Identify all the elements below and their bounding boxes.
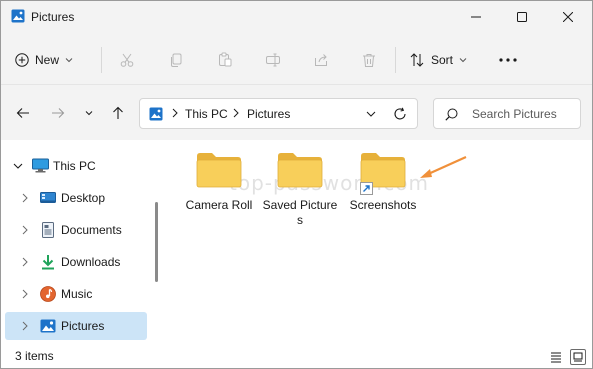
maximize-button[interactable] [499,1,545,33]
sidebar-item-music[interactable]: Music [5,280,147,308]
window-title: Pictures [31,10,75,24]
new-button-label: New [35,53,60,67]
maximize-icon [517,12,527,22]
up-button[interactable] [107,102,129,124]
new-button[interactable]: New [15,47,73,73]
sidebar-item-label: Music [61,287,93,301]
navigation-pane: This PC Desktop Documents Downloads Musi… [1,140,161,345]
sidebar-item-pictures[interactable]: Pictures [5,312,147,340]
forward-button[interactable] [47,102,69,124]
music-icon [40,286,56,305]
copy-icon [171,53,182,67]
search-input[interactable] [472,105,577,123]
paste-icon [219,52,232,67]
breadcrumb-this-pc[interactable]: This PC [185,107,228,121]
search-icon [445,108,458,121]
close-icon [563,12,573,22]
chevron-right-icon[interactable] [21,193,29,203]
folder-icon [277,152,323,191]
toolbar-divider [395,47,396,73]
pictures-icon [40,318,56,337]
chevron-down-icon [366,111,376,117]
title-bar[interactable]: Pictures [1,1,592,33]
sidebar-item-label: Pictures [61,319,105,333]
details-view-icon [551,352,561,363]
cut-icon [120,53,134,67]
share-icon [315,54,327,66]
forward-arrow-icon [52,108,65,118]
status-bar: 3 items [1,345,592,368]
chevron-down-icon [65,58,73,63]
folder-icon [196,152,242,191]
documents-icon [40,222,56,241]
plus-circle-icon [15,53,29,67]
downloads-icon [40,254,56,273]
item-count: 3 items [15,349,54,363]
delete-icon [363,54,375,67]
address-dropdown-button[interactable] [366,108,376,122]
up-arrow-icon [113,106,123,119]
more-icon [499,58,517,62]
rename-icon [266,53,280,67]
folder-icon [360,152,406,201]
sort-button-label: Sort [431,53,454,67]
back-arrow-icon [16,108,29,118]
chevron-right-icon[interactable] [21,321,29,331]
large-icons-view-button[interactable] [570,349,586,365]
sort-icon [410,53,424,67]
search-box[interactable] [433,98,581,129]
file-list: Camera Roll Saved Pictures Screenshots [164,140,592,345]
sidebar-item-this-pc[interactable]: This PC [5,152,147,180]
chevron-right-icon[interactable] [21,225,29,235]
back-button[interactable] [12,102,34,124]
chevron-down-icon [459,58,467,63]
minimize-button[interactable] [453,1,499,33]
desktop-icon [40,190,56,209]
pc-icon [32,158,49,177]
chevron-down-icon [85,111,93,116]
chevron-right-icon[interactable] [21,289,29,299]
sidebar-item-label: Downloads [61,255,121,269]
refresh-button[interactable] [393,107,407,124]
paste-button[interactable] [212,47,238,73]
chevron-right-icon[interactable] [21,257,29,267]
minimize-icon [471,16,481,18]
annotation-arrow-icon [420,155,467,178]
rename-button[interactable] [260,47,286,73]
file-explorer-window: Pictures New Sort This PC Pictures top-p… [0,0,593,369]
breadcrumb-pictures[interactable]: Pictures [247,107,290,121]
chevron-down-icon[interactable] [13,161,23,171]
sidebar-item-downloads[interactable]: Downloads [5,248,147,276]
details-view-button[interactable] [548,349,564,365]
large-icons-view-icon [573,352,583,362]
sidebar-item-label: Documents [61,223,122,237]
delete-button[interactable] [356,47,382,73]
close-button[interactable] [545,1,591,33]
cut-button[interactable] [114,47,140,73]
sidebar-item-documents[interactable]: Documents [5,216,147,244]
address-bar[interactable]: This PC Pictures [139,98,418,129]
sort-button[interactable]: Sort [409,47,467,73]
folder-name: Camera Roll [185,198,253,212]
chevron-right-icon [233,108,239,118]
pictures-icon [149,107,163,124]
pictures-app-icon [11,9,25,23]
folder-name: Screenshots [349,198,417,212]
sidebar-item-label: Desktop [61,191,106,205]
command-bar: New Sort [1,33,592,85]
chevron-right-icon [172,108,178,118]
refresh-icon [394,107,406,120]
share-button[interactable] [308,47,334,73]
navigation-bar: This PC Pictures top-password.com [1,85,592,195]
recent-locations-button[interactable] [78,102,100,124]
sidebar-scrollbar[interactable] [155,202,158,282]
sidebar-item-label: This PC [53,159,96,173]
sidebar-item-desktop[interactable]: Desktop [5,184,147,212]
folder-name: Saved Pictures [262,198,338,227]
toolbar-divider [101,47,102,73]
copy-button[interactable] [163,47,189,73]
more-options-button[interactable] [495,47,521,73]
